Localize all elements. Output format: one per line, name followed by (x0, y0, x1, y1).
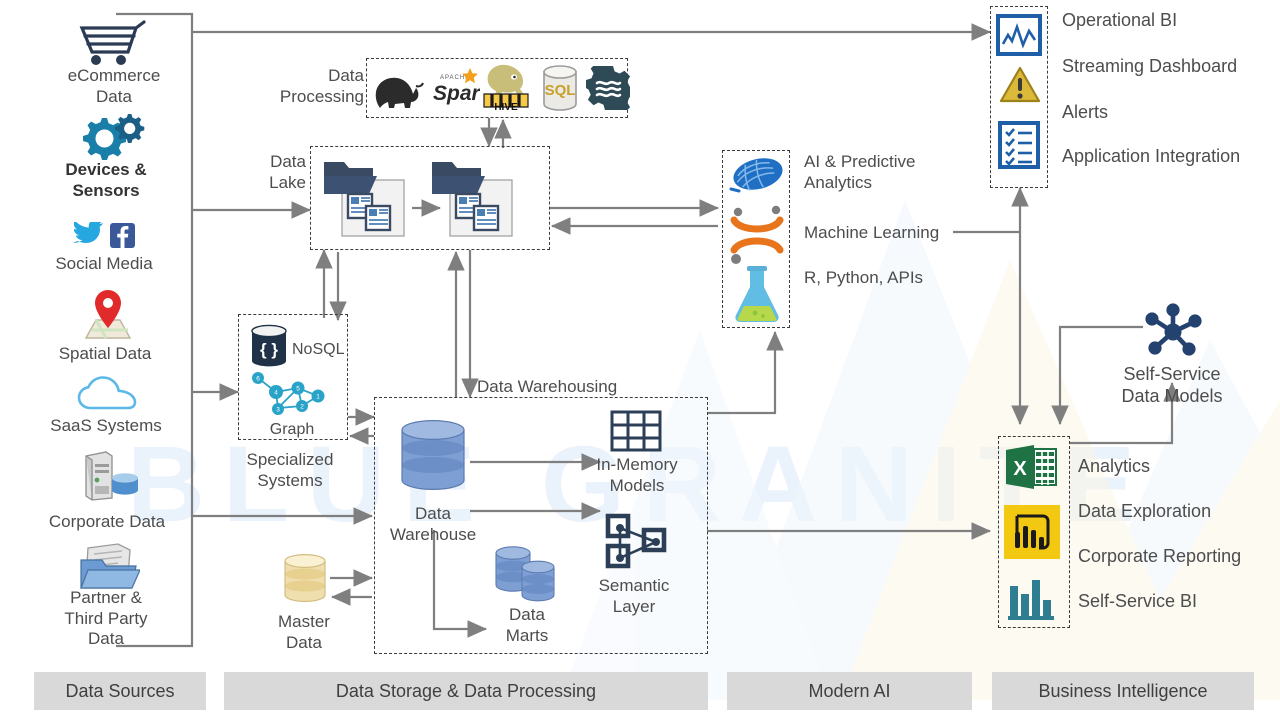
grid-table-icon (610, 410, 662, 452)
category-label-data-storage: Data Storage & Data Processing (335, 680, 597, 701)
ai-label-rpython: R, Python, APIs (804, 268, 924, 287)
graph-network-icon: 6 4 5 1 2 3 (252, 372, 325, 415)
svg-text:SQL: SQL (545, 82, 576, 99)
apache-hive-icon: HIVE (483, 64, 529, 112)
warning-triangle-icon (999, 66, 1041, 103)
cloud-icon (77, 376, 137, 410)
flask-icon (735, 266, 779, 322)
checklist-icon (998, 121, 1040, 169)
bi-top-label-operational: Operational BI (1062, 10, 1178, 30)
brain-icon (729, 158, 783, 193)
self-service-models-label: Self-Service Data Models (1121, 364, 1223, 406)
bi-top-label-streaming: Streaming Dashboard (1062, 56, 1238, 76)
svg-text:3: 3 (276, 406, 280, 413)
bi-bottom-label-reporting: Corporate Reporting (1078, 546, 1242, 566)
category-bar-business-intelligence: Business Intelligence (992, 672, 1254, 710)
svg-text:X: X (1013, 458, 1027, 480)
data-lake-label: Data Lake (269, 152, 306, 192)
ai-label-ml: Machine Learning (804, 223, 940, 242)
svg-text:6: 6 (256, 375, 260, 382)
data-lake-zone-1 (324, 162, 405, 237)
category-label-data-sources: Data Sources (65, 680, 175, 701)
specialized-label-graph: Graph (269, 421, 315, 438)
architecture-diagram: BLUE GRANITE eCommerce Data Devices & Se… (0, 0, 1280, 720)
dw-label-inmemory: In-Memory Models (596, 455, 678, 495)
line-chart-monitor-icon (996, 14, 1042, 56)
svg-text:{ }: { } (260, 340, 278, 359)
source-label-saas: SaaS Systems (50, 416, 162, 435)
semantic-network-icon (605, 513, 667, 569)
category-label-business-intelligence: Business Intelligence (1038, 680, 1208, 701)
source-label-corporate: Corporate Data (48, 512, 166, 531)
server-database-icon (85, 451, 138, 501)
ai-label-predictive: AI & Predictive Analytics (804, 152, 916, 192)
svg-text:5: 5 (296, 385, 300, 392)
cylinders-stacked-icon (495, 546, 555, 602)
dw-label-warehouse: Data Warehouse (389, 504, 477, 544)
excel-icon: X (1006, 445, 1057, 489)
master-data-label: Master Data (278, 612, 330, 652)
category-label-modern-ai: Modern AI (808, 680, 891, 701)
source-label-devices: Devices & Sensors (65, 160, 147, 200)
shopping-cart-icon (79, 20, 146, 65)
bi-top-label-alerts: Alerts (1062, 102, 1109, 122)
data-warehousing-label: Data Warehousing (477, 377, 618, 396)
source-label-spatial: Spatial Data (58, 344, 152, 363)
power-bi-icon (1004, 505, 1060, 559)
source-label-social: Social Media (55, 254, 153, 273)
source-label-ecommerce: eCommerce Data (67, 66, 161, 106)
svg-text:1: 1 (316, 393, 320, 400)
sql-database-icon: SQL (543, 65, 577, 111)
specialized-label-nosql: NoSQL (292, 341, 345, 358)
map-pin-icon (84, 290, 132, 339)
folder-documents-icon (80, 543, 140, 589)
stream-gear-icon (586, 66, 630, 110)
hub-network-icon (1145, 303, 1202, 356)
svg-text:2: 2 (300, 403, 304, 410)
data-lake-zone-2 (432, 162, 513, 237)
bi-top-label-appintegration: Application Integration (1062, 146, 1241, 166)
bi-bottom-label-exploration: Data Exploration (1078, 501, 1212, 521)
specialized-systems-label: Specialized Systems (246, 450, 334, 490)
cylinder-blue-icon (401, 420, 465, 491)
bi-bottom-label-analytics: Analytics (1078, 456, 1151, 476)
category-bar-data-sources: Data Sources (34, 672, 206, 710)
svg-text:HIVE: HIVE (494, 102, 518, 112)
hadoop-elephant-icon (375, 77, 424, 108)
data-processing-label: Data Processing (279, 66, 364, 106)
svg-text:Spark: Spark (433, 82, 480, 105)
machine-learning-icon (730, 205, 784, 264)
bar-chart-icon (1008, 580, 1054, 620)
category-bar-data-storage: Data Storage & Data Processing (224, 672, 708, 710)
gears-icon (83, 114, 145, 160)
social-media-icon (74, 222, 135, 248)
source-label-partner: Partner & Third Party Data (64, 588, 148, 649)
dw-label-marts: Data Marts (505, 605, 549, 645)
svg-text:4: 4 (274, 390, 278, 397)
category-bar-modern-ai: Modern AI (727, 672, 972, 710)
cylinder-tan-icon (284, 553, 326, 603)
apache-spark-icon: APACHE Spark (433, 68, 480, 105)
nosql-cylinder-icon: { } (251, 324, 287, 367)
bi-bottom-label-selfservice: Self-Service BI (1078, 591, 1198, 611)
